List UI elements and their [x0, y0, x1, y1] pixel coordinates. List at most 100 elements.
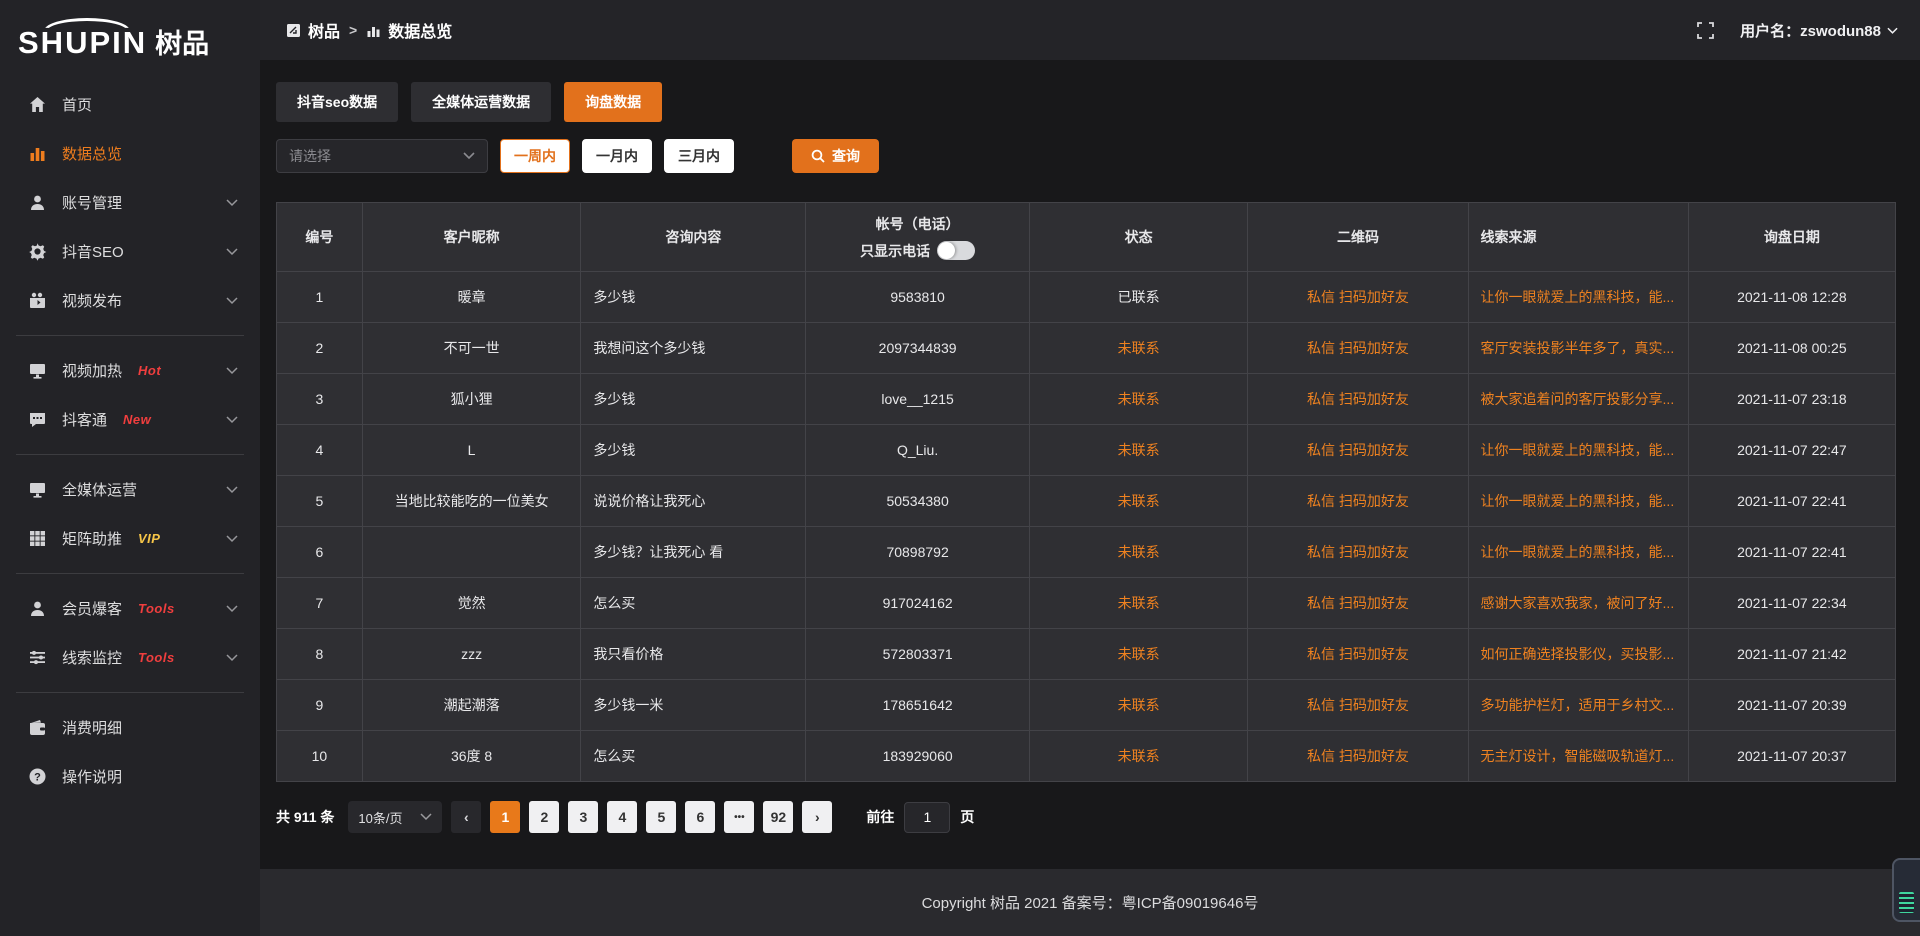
page-button-6[interactable]: 6 [685, 801, 715, 833]
filter-select-placeholder: 请选择 [289, 146, 331, 166]
tab-bar: 抖音seo数据全媒体运营数据询盘数据 [276, 82, 1896, 122]
cell-content: 多少钱 [581, 425, 806, 476]
page-button-3[interactable]: 3 [568, 801, 598, 833]
table-row: 4L多少钱Q_Liu.未联系私信 扫码加好友让你一眼就爱上的黑科技，能...20… [277, 425, 1896, 476]
breadcrumb-app[interactable]: 树品 [308, 18, 340, 42]
table-wrap: 编号客户昵称咨询内容帐号（电话）只显示电话状态二维码线索来源询盘日期 1暖章多少… [276, 202, 1896, 782]
search-button[interactable]: 查询 [792, 139, 879, 173]
cell-source[interactable]: 无主灯设计，智能磁吸轨道灯... [1468, 731, 1688, 782]
member-icon [28, 599, 47, 618]
username-menu[interactable]: 用户名：zswodun88 [1740, 20, 1898, 41]
tab-抖音seo数据[interactable]: 抖音seo数据 [276, 82, 398, 122]
col-header-source: 线索来源 [1468, 203, 1688, 272]
more-pages-button[interactable]: ••• [724, 801, 754, 833]
sidebar-item-矩阵助推[interactable]: 矩阵助推VIP [0, 514, 260, 563]
prev-page-button[interactable]: ‹ [451, 801, 481, 833]
sidebar-item-label: 消费明细 [62, 717, 122, 738]
next-page-button[interactable]: › [802, 801, 832, 833]
cell-qrcode[interactable]: 私信 扫码加好友 [1248, 680, 1468, 731]
goto-page-input[interactable] [904, 802, 950, 833]
sidebar-item-线索监控[interactable]: 线索监控Tools [0, 633, 260, 682]
sidebar: SHUPIN 树品 首页数据总览账号管理抖音SEO视频发布视频加热Hot抖客通N… [0, 0, 260, 936]
sidebar-item-label: 线索监控 [62, 647, 122, 668]
question-icon: ? [28, 767, 47, 786]
page-button-2[interactable]: 2 [529, 801, 559, 833]
cell-source[interactable]: 感谢大家喜欢我家，被问了好... [1468, 578, 1688, 629]
sidebar-item-消费明细[interactable]: 消费明细 [0, 703, 260, 752]
cell-source[interactable]: 客厅安装投影半年多了，真实... [1468, 323, 1688, 374]
per-page-select[interactable]: 10条/页 [348, 801, 442, 833]
cell-account: 178651642 [806, 680, 1029, 731]
cell-qrcode[interactable]: 私信 扫码加好友 [1248, 578, 1468, 629]
sidebar-item-label: 抖客通 [62, 409, 107, 430]
cell-status: 未联系 [1029, 323, 1248, 374]
svg-text:?: ? [34, 771, 41, 783]
page-button-5[interactable]: 5 [646, 801, 676, 833]
username-label: 用户名：zswodun88 [1740, 20, 1881, 41]
sidebar-item-label: 数据总览 [62, 143, 122, 164]
cell-content: 多少钱 [581, 272, 806, 323]
cell-source[interactable]: 让你一眼就爱上的黑科技，能... [1468, 527, 1688, 578]
user-icon [28, 193, 47, 212]
sidebar-item-抖客通[interactable]: 抖客通New [0, 395, 260, 444]
cell-source[interactable]: 如何正确选择投影仪，买投影... [1468, 629, 1688, 680]
page-button-4[interactable]: 4 [607, 801, 637, 833]
cell-source[interactable]: 多功能护栏灯，适用于乡村文... [1468, 680, 1688, 731]
cell-id: 8 [277, 629, 363, 680]
search-icon [811, 149, 825, 163]
footer: Copyright 树品 2021 备案号：粤ICP备09019646号 [260, 869, 1920, 936]
sidebar-divider [16, 573, 244, 574]
phone-only-toggle[interactable] [937, 241, 975, 260]
range-button-一月内[interactable]: 一月内 [582, 139, 652, 173]
sidebar-item-数据总览[interactable]: 数据总览 [0, 129, 260, 178]
cell-qrcode[interactable]: 私信 扫码加好友 [1248, 374, 1468, 425]
cell-qrcode[interactable]: 私信 扫码加好友 [1248, 272, 1468, 323]
cell-qrcode[interactable]: 私信 扫码加好友 [1248, 527, 1468, 578]
chevron-down-icon [226, 297, 238, 305]
sidebar-item-会员爆客[interactable]: 会员爆客Tools [0, 584, 260, 633]
sidebar-item-视频发布[interactable]: 视频发布 [0, 276, 260, 325]
sidebar-item-视频加热[interactable]: 视频加热Hot [0, 346, 260, 395]
cell-source[interactable]: 让你一眼就爱上的黑科技，能... [1468, 425, 1688, 476]
cell-nickname [362, 527, 581, 578]
table-row: 2不可一世我想问这个多少钱2097344839未联系私信 扫码加好友客厅安装投影… [277, 323, 1896, 374]
cell-date: 2021-11-07 22:34 [1688, 578, 1895, 629]
sidebar-item-全媒体运营[interactable]: 全媒体运营 [0, 465, 260, 514]
cell-content: 多少钱一米 [581, 680, 806, 731]
fullscreen-icon[interactable] [1697, 22, 1714, 39]
chevron-down-icon [226, 248, 238, 256]
cell-status: 未联系 [1029, 476, 1248, 527]
range-button-三月内[interactable]: 三月内 [664, 139, 734, 173]
cell-nickname: 狐小狸 [362, 374, 581, 425]
cell-qrcode[interactable]: 私信 扫码加好友 [1248, 425, 1468, 476]
sidebar-item-账号管理[interactable]: 账号管理 [0, 178, 260, 227]
page-button-92[interactable]: 92 [763, 801, 793, 833]
tab-询盘数据[interactable]: 询盘数据 [564, 82, 662, 122]
cell-source[interactable]: 让你一眼就爱上的黑科技，能... [1468, 476, 1688, 527]
main-area: 树品 > 数据总览 用户名：zswodun88 抖音seo数据全媒体运营数据询盘… [260, 0, 1920, 936]
chevron-down-icon [226, 654, 238, 662]
sidebar-item-操作说明[interactable]: ?操作说明 [0, 752, 260, 801]
tab-全媒体运营数据[interactable]: 全媒体运营数据 [411, 82, 551, 122]
cell-nickname: zzz [362, 629, 581, 680]
cell-source[interactable]: 让你一眼就爱上的黑科技，能... [1468, 272, 1688, 323]
sidebar-badge: Tools [138, 601, 175, 616]
sidebar-item-抖音SEO[interactable]: 抖音SEO [0, 227, 260, 276]
cell-account: 183929060 [806, 731, 1029, 782]
cell-account: 917024162 [806, 578, 1029, 629]
cell-qrcode[interactable]: 私信 扫码加好友 [1248, 476, 1468, 527]
cell-nickname: L [362, 425, 581, 476]
home-icon [28, 95, 47, 114]
cell-source[interactable]: 被大家追着问的客厅投影分享... [1468, 374, 1688, 425]
cell-qrcode[interactable]: 私信 扫码加好友 [1248, 323, 1468, 374]
cell-nickname: 当地比较能吃的一位美女 [362, 476, 581, 527]
sidebar-item-label: 视频加热 [62, 360, 122, 381]
range-button-一周内[interactable]: 一周内 [500, 139, 570, 173]
cell-id: 10 [277, 731, 363, 782]
floating-widget[interactable] [1892, 858, 1920, 922]
page-button-1[interactable]: 1 [490, 801, 520, 833]
sidebar-item-首页[interactable]: 首页 [0, 80, 260, 129]
cell-qrcode[interactable]: 私信 扫码加好友 [1248, 731, 1468, 782]
cell-qrcode[interactable]: 私信 扫码加好友 [1248, 629, 1468, 680]
filter-select[interactable]: 请选择 [276, 139, 488, 173]
